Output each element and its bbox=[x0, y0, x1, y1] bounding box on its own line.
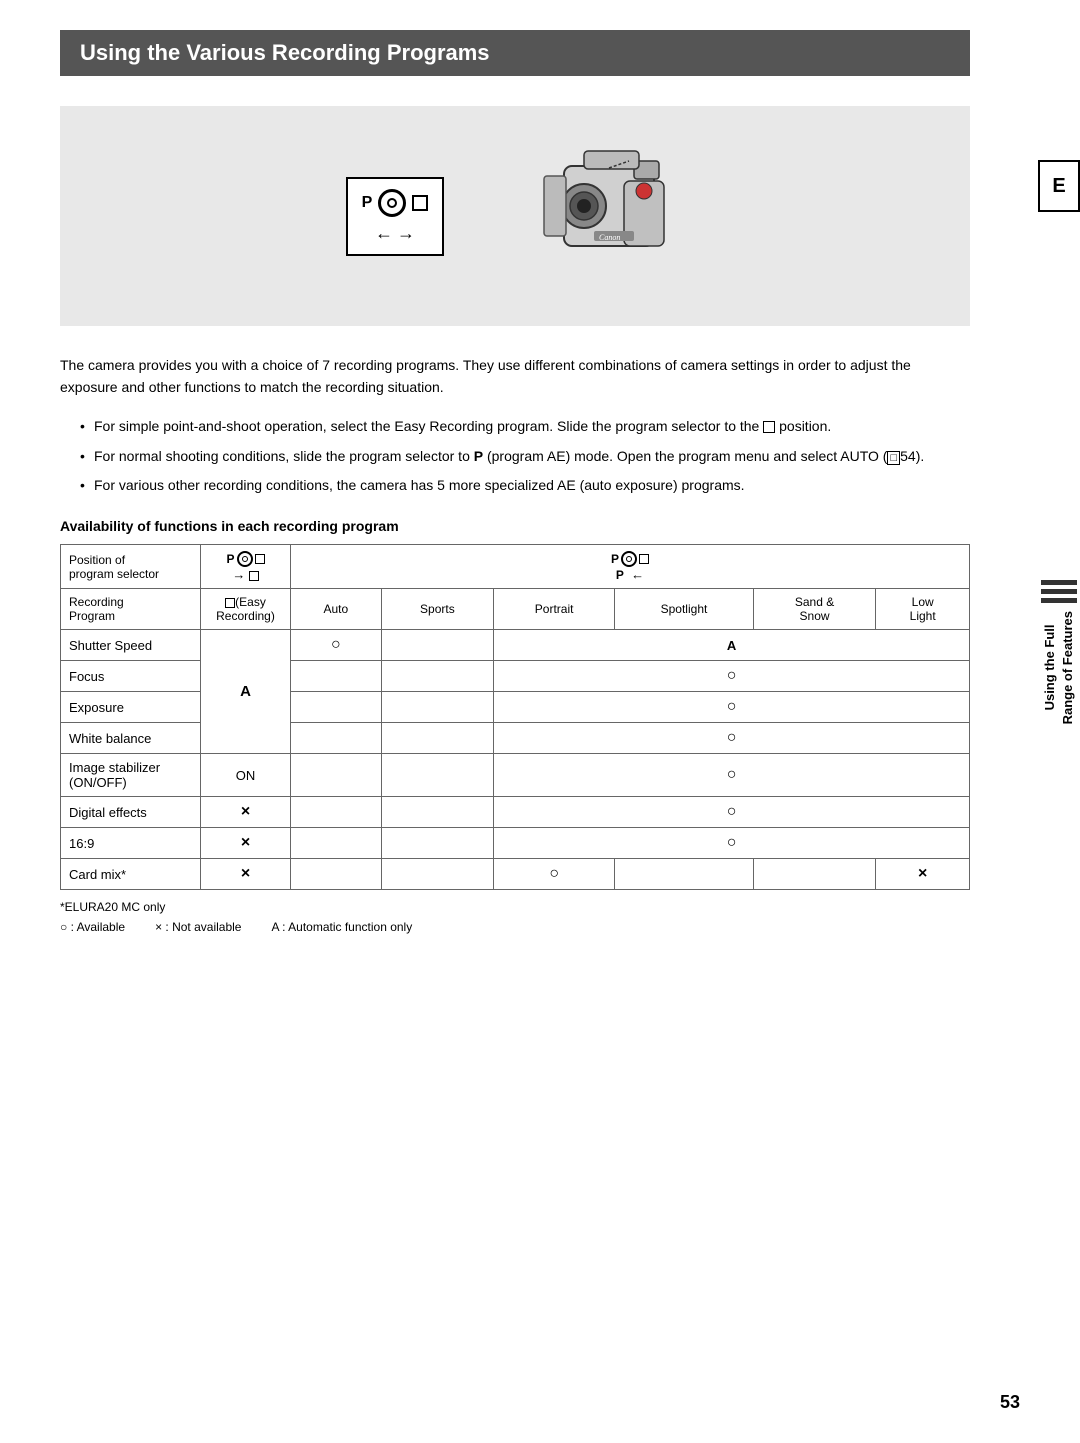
cell-digital-cross: × bbox=[201, 797, 291, 828]
table-row: Exposure ○ bbox=[61, 692, 970, 723]
footnote-area: *ELURA20 MC only ○ : Available × : Not a… bbox=[60, 900, 970, 934]
arrow-right-icon: → bbox=[397, 223, 415, 244]
table-header-row-1: Position ofprogram selector P → bbox=[61, 545, 970, 589]
intro-paragraph: The camera provides you with a choice of… bbox=[60, 354, 970, 399]
header-cell-position-label: Position ofprogram selector bbox=[61, 545, 201, 589]
cell-exposure-auto bbox=[291, 692, 382, 723]
sidebar-decoration bbox=[1041, 580, 1077, 603]
cell-stabilizer-circle: ○ bbox=[494, 754, 970, 797]
cell-digital-label: Digital effects bbox=[61, 797, 201, 828]
camera-diagram: P ← → bbox=[346, 126, 685, 306]
main-content: Using the Various Recording Programs P ← bbox=[0, 0, 1030, 1443]
cell-169-circle: ○ bbox=[494, 828, 970, 859]
cell-169-sports bbox=[381, 828, 493, 859]
legend-auto: A : Automatic function only bbox=[271, 920, 412, 934]
right-sidebar: Using the Full Range of Features bbox=[1038, 580, 1080, 724]
cell-wb-sports bbox=[381, 723, 493, 754]
bullet-item-3: For various other recording conditions, … bbox=[80, 474, 970, 498]
cell-exposure-label: Exposure bbox=[61, 692, 201, 723]
cell-stabilizer-label: Image stabilizer (ON/OFF) bbox=[61, 754, 201, 797]
cell-wb-label: White balance bbox=[61, 723, 201, 754]
table-row: Image stabilizer (ON/OFF) ON ○ bbox=[61, 754, 970, 797]
sidebar-line-3 bbox=[1041, 598, 1077, 603]
cell-a-group: A bbox=[201, 630, 291, 754]
footnote-elura: *ELURA20 MC only bbox=[60, 900, 970, 914]
sidebar-line-1 bbox=[1041, 580, 1077, 585]
arrows: ← → bbox=[375, 223, 415, 244]
tab-e: E bbox=[1038, 160, 1080, 212]
cell-169-cross: × bbox=[201, 828, 291, 859]
page-number: 53 bbox=[1000, 1392, 1020, 1413]
cell-cardmix-cross: × bbox=[201, 859, 291, 890]
cell-wb-circle: ○ bbox=[494, 723, 970, 754]
cell-focus-auto bbox=[291, 661, 382, 692]
cell-cardmix-lowlight: × bbox=[876, 859, 970, 890]
header-auto: Auto bbox=[291, 589, 382, 630]
bullet-item-2: For normal shooting conditions, slide th… bbox=[80, 445, 970, 469]
table-header-row-2: RecordingProgram (EasyRecording) Auto Sp… bbox=[61, 589, 970, 630]
cell-cardmix-circle: ○ bbox=[494, 859, 615, 890]
legend-not-available: × : Not available bbox=[155, 920, 241, 934]
camcorder-image: Canon bbox=[484, 126, 684, 306]
cell-cardmix-spotlight bbox=[615, 859, 754, 890]
cell-shutter-a: A bbox=[494, 630, 970, 661]
cell-cardmix-auto bbox=[291, 859, 382, 890]
cell-169-auto bbox=[291, 828, 382, 859]
cell-focus-label: Focus bbox=[61, 661, 201, 692]
cell-stabilizer-on: ON bbox=[201, 754, 291, 797]
cell-cardmix-sports bbox=[381, 859, 493, 890]
legend-area: ○ : Available × : Not available A : Auto… bbox=[60, 920, 970, 934]
selector-icons: P bbox=[362, 189, 429, 217]
table-row: 16:9 × ○ bbox=[61, 828, 970, 859]
header-easy: (EasyRecording) bbox=[201, 589, 291, 630]
cell-wb-auto bbox=[291, 723, 382, 754]
cell-exposure-circle: ○ bbox=[494, 692, 970, 723]
cell-focus-sports bbox=[381, 661, 493, 692]
cell-digital-circle: ○ bbox=[494, 797, 970, 828]
header-portrait: Portrait bbox=[494, 589, 615, 630]
cell-cardmix-label: Card mix* bbox=[61, 859, 201, 890]
cell-cardmix-sand bbox=[753, 859, 876, 890]
table-row: Digital effects × ○ bbox=[61, 797, 970, 828]
table-row: White balance ○ bbox=[61, 723, 970, 754]
sidebar-vertical-text: Using the Full Range of Features bbox=[1041, 611, 1077, 724]
header-cell-selector-easy: P → bbox=[201, 545, 291, 589]
svg-text:Canon: Canon bbox=[599, 233, 620, 242]
bullet-list: For simple point-and-shoot operation, se… bbox=[80, 415, 970, 498]
table-row: Shutter Speed A ○ A bbox=[61, 630, 970, 661]
cell-stabilizer-auto bbox=[291, 754, 382, 797]
bullet-item-1: For simple point-and-shoot operation, se… bbox=[80, 415, 970, 439]
sidebar-line-2 bbox=[1041, 589, 1077, 594]
cell-shutter-auto: ○ bbox=[291, 630, 382, 661]
header-low-light: LowLight bbox=[876, 589, 970, 630]
header-sand-snow: Sand &Snow bbox=[753, 589, 876, 630]
arrow-left-icon: ← bbox=[375, 223, 393, 244]
header-cell-selector-p: P P ← bbox=[291, 545, 970, 589]
table-heading: Availability of functions in each record… bbox=[60, 518, 970, 534]
header-spotlight: Spotlight bbox=[615, 589, 754, 630]
p-icon: P bbox=[362, 194, 373, 212]
cell-digital-sports bbox=[381, 797, 493, 828]
cell-digital-auto bbox=[291, 797, 382, 828]
cell-shutter-sports bbox=[381, 630, 493, 661]
table-row: Card mix* × ○ × bbox=[61, 859, 970, 890]
table-row: Focus ○ bbox=[61, 661, 970, 692]
recording-programs-table: Position ofprogram selector P → bbox=[60, 544, 970, 890]
dial-inner bbox=[387, 198, 397, 208]
cell-stabilizer-sports bbox=[381, 754, 493, 797]
header-recording-program: RecordingProgram bbox=[61, 589, 201, 630]
table-section: Availability of functions in each record… bbox=[60, 518, 970, 934]
image-area: P ← → bbox=[60, 106, 970, 326]
legend-available: ○ : Available bbox=[60, 920, 125, 934]
square-icon bbox=[412, 195, 428, 211]
cell-exposure-sports bbox=[381, 692, 493, 723]
tab-e-label: E bbox=[1052, 175, 1065, 198]
header-sports: Sports bbox=[381, 589, 493, 630]
page-title: Using the Various Recording Programs bbox=[60, 30, 970, 76]
cell-shutter-label: Shutter Speed bbox=[61, 630, 201, 661]
cell-focus-circle: ○ bbox=[494, 661, 970, 692]
cell-169-label: 16:9 bbox=[61, 828, 201, 859]
selector-diagram: P ← → bbox=[346, 177, 445, 256]
dial-icon bbox=[378, 189, 406, 217]
